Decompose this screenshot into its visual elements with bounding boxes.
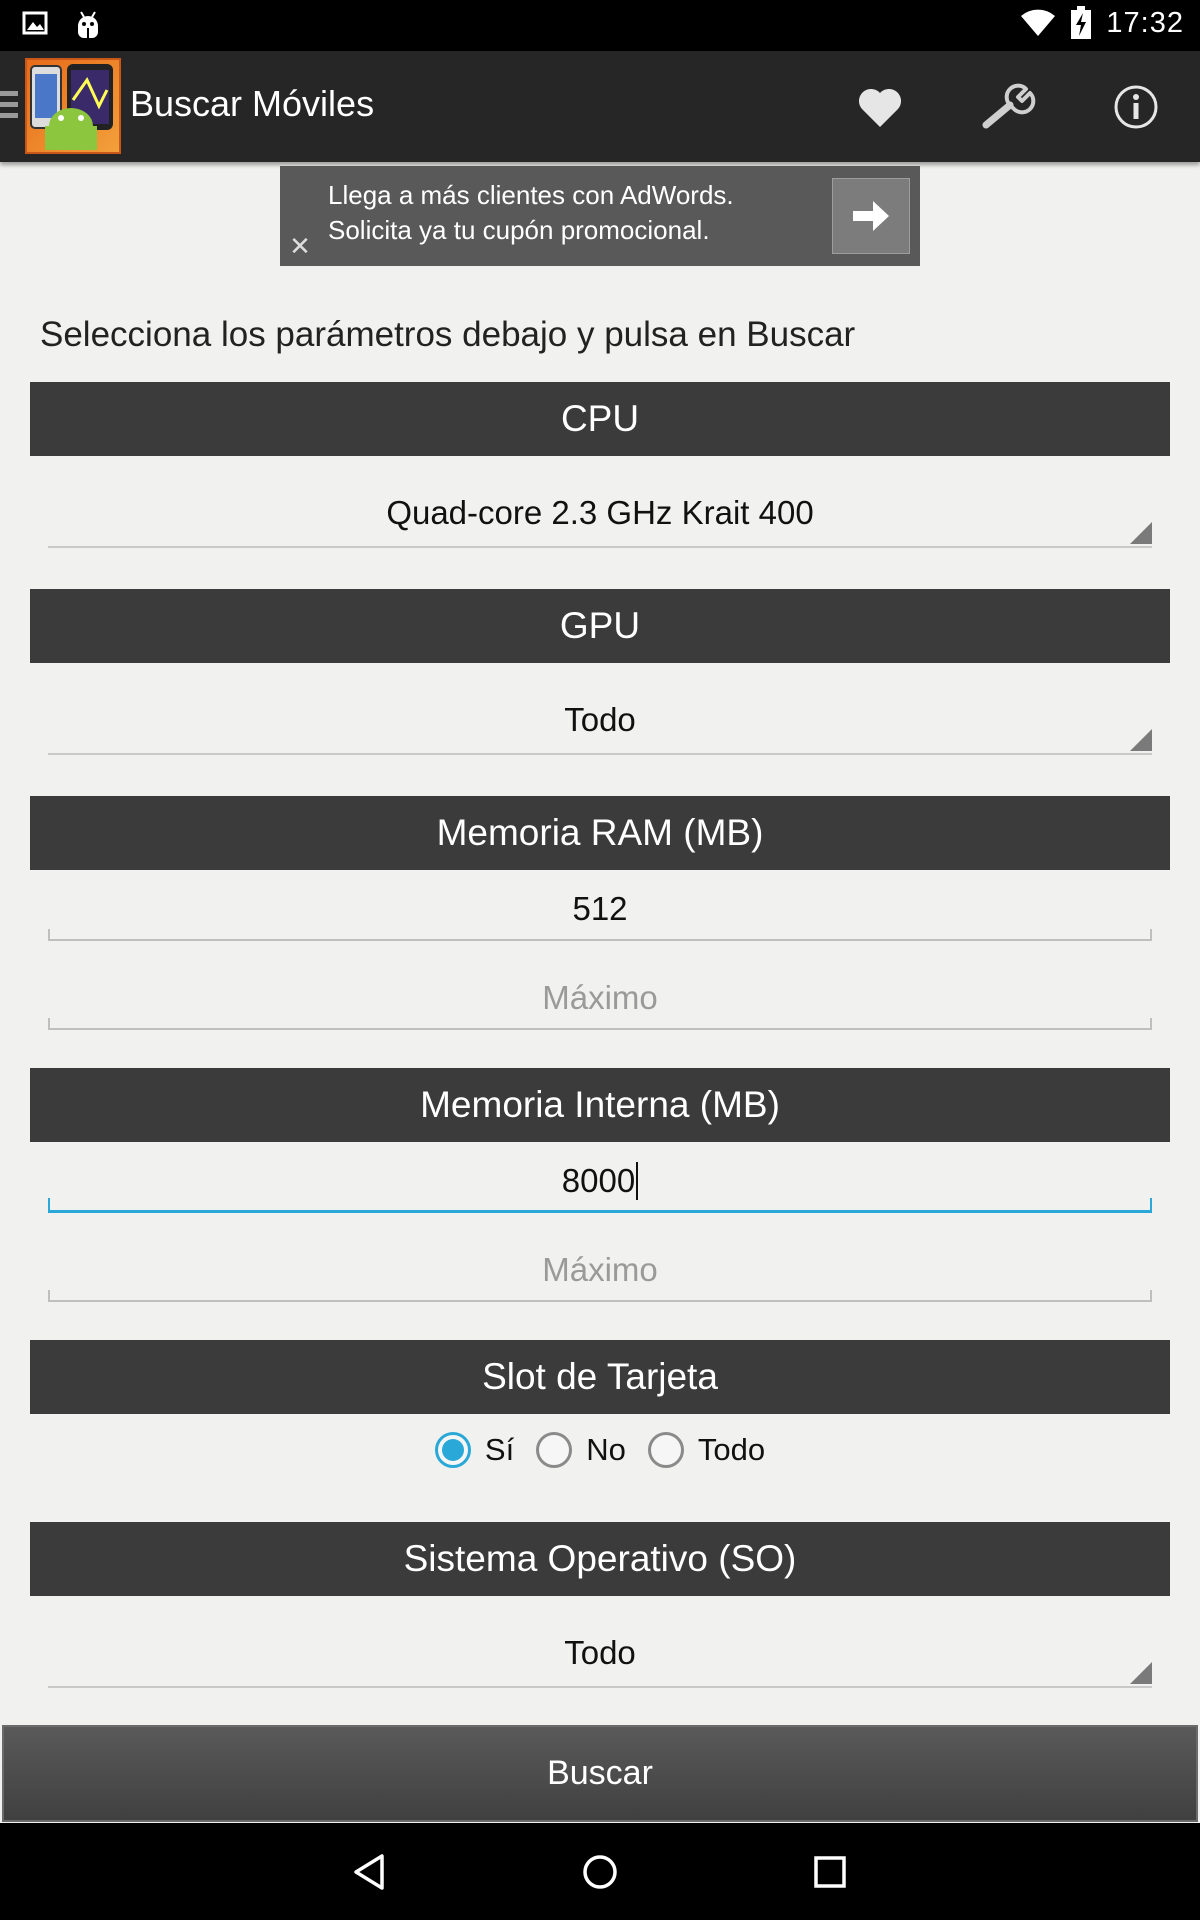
- cpu-header: CPU: [30, 382, 1170, 456]
- wrench-icon[interactable]: [980, 79, 1036, 135]
- radio-option-todo[interactable]: Todo: [647, 1432, 766, 1468]
- ram-min-field[interactable]: 512: [48, 879, 1152, 941]
- app-logo-icon[interactable]: [25, 58, 121, 154]
- radio-checked-icon[interactable]: [434, 1432, 471, 1468]
- radio-option-no[interactable]: No: [536, 1432, 626, 1468]
- storage-min-value: 8000: [561, 1161, 636, 1199]
- radio-option-si[interactable]: Sí: [434, 1432, 515, 1468]
- status-bar: 17:32: [0, 0, 1200, 51]
- search-button[interactable]: Buscar: [2, 1725, 1198, 1822]
- radio-unchecked-icon[interactable]: [536, 1432, 573, 1468]
- storage-max-placeholder: Máximo: [542, 1251, 658, 1288]
- ad-banner[interactable]: Llega a más clientes con AdWords. Solici…: [280, 166, 920, 266]
- radio-unchecked-icon[interactable]: [647, 1432, 684, 1468]
- battery-charging-icon: [1071, 6, 1092, 39]
- ad-arrow-button[interactable]: [832, 178, 910, 254]
- arrow-right-icon: [853, 201, 889, 231]
- os-spinner-value: Todo: [564, 1634, 636, 1671]
- dropdown-triangle-icon: [1130, 729, 1152, 751]
- gpu-header: GPU: [30, 589, 1170, 663]
- ad-line-2: Solicita ya tu cupón promocional.: [328, 215, 710, 245]
- card-slot-radio-group: Sí No Todo: [0, 1432, 1200, 1468]
- wifi-icon: [1021, 9, 1056, 36]
- heart-icon[interactable]: [852, 79, 908, 135]
- navigation-bar: [0, 1823, 1200, 1920]
- card-slot-header: Slot de Tarjeta: [30, 1340, 1170, 1414]
- os-spinner[interactable]: Todo: [48, 1620, 1152, 1688]
- ram-header: Memoria RAM (MB): [30, 796, 1170, 870]
- os-header: Sistema Operativo (SO): [30, 1522, 1170, 1596]
- dropdown-triangle-icon: [1130, 1662, 1152, 1684]
- ram-max-field[interactable]: Máximo: [48, 968, 1152, 1030]
- status-time: 17:32: [1106, 6, 1184, 39]
- gpu-spinner[interactable]: Todo: [48, 687, 1152, 755]
- cpu-spinner[interactable]: Quad-core 2.3 GHz Krait 400: [48, 480, 1152, 548]
- ram-max-placeholder: Máximo: [542, 979, 658, 1016]
- radio-label-no: No: [586, 1432, 626, 1467]
- cpu-spinner-value: Quad-core 2.3 GHz Krait 400: [386, 494, 814, 531]
- android-debug-icon: [78, 11, 98, 38]
- action-bar: Buscar Móviles: [0, 51, 1200, 162]
- storage-header: Memoria Interna (MB): [30, 1068, 1170, 1142]
- dropdown-triangle-icon: [1130, 522, 1152, 544]
- recents-icon[interactable]: [810, 1852, 850, 1892]
- drawer-indicator-icon[interactable]: [0, 91, 18, 125]
- instruction-text: Selecciona los parámetros debajo y pulsa…: [40, 315, 856, 354]
- radio-label-todo: Todo: [697, 1432, 766, 1467]
- ram-min-value: 512: [572, 890, 628, 927]
- gpu-spinner-value: Todo: [564, 701, 636, 738]
- back-icon[interactable]: [350, 1852, 390, 1892]
- home-icon[interactable]: [580, 1852, 620, 1892]
- ad-close-icon[interactable]: ✕: [284, 230, 316, 262]
- ad-line-1: Llega a más clientes con AdWords.: [328, 180, 734, 210]
- text-cursor: [636, 1161, 639, 1200]
- info-icon[interactable]: [1108, 79, 1164, 135]
- radio-label-si: Sí: [484, 1432, 515, 1467]
- app-title: Buscar Móviles: [130, 83, 375, 124]
- ad-text: Llega a más clientes con AdWords. Solici…: [328, 178, 734, 248]
- storage-min-field[interactable]: 8000: [48, 1151, 1152, 1213]
- image-notification-icon: [22, 11, 48, 35]
- storage-max-field[interactable]: Máximo: [48, 1240, 1152, 1302]
